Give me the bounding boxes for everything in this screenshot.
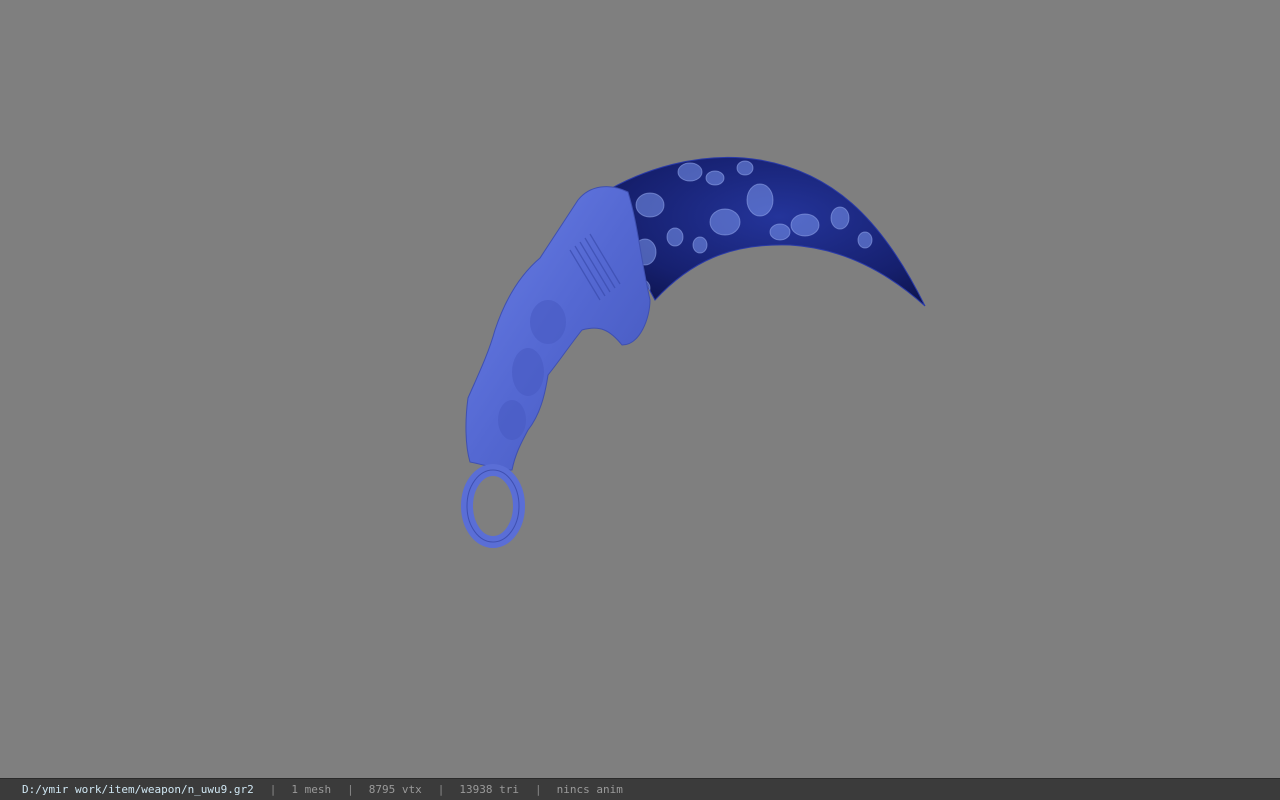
separator: | xyxy=(347,783,354,796)
karambit-model xyxy=(461,156,926,548)
status-bar: D:/ymir work/item/weapon/n_uwu9.gr2 | 1 … xyxy=(0,778,1280,800)
vertex-count: 8795 vtx xyxy=(368,783,422,796)
animation-status: nincs anim xyxy=(556,783,623,796)
separator: | xyxy=(269,783,277,796)
triangle-count: 13938 tri xyxy=(459,783,520,796)
separator: | xyxy=(535,783,542,796)
3d-viewport[interactable] xyxy=(0,0,1280,778)
file-path: D:/ymir work/item/weapon/n_uwu9.gr2 xyxy=(22,783,254,796)
separator: | xyxy=(437,783,445,796)
mesh-count: 1 mesh xyxy=(291,783,332,796)
